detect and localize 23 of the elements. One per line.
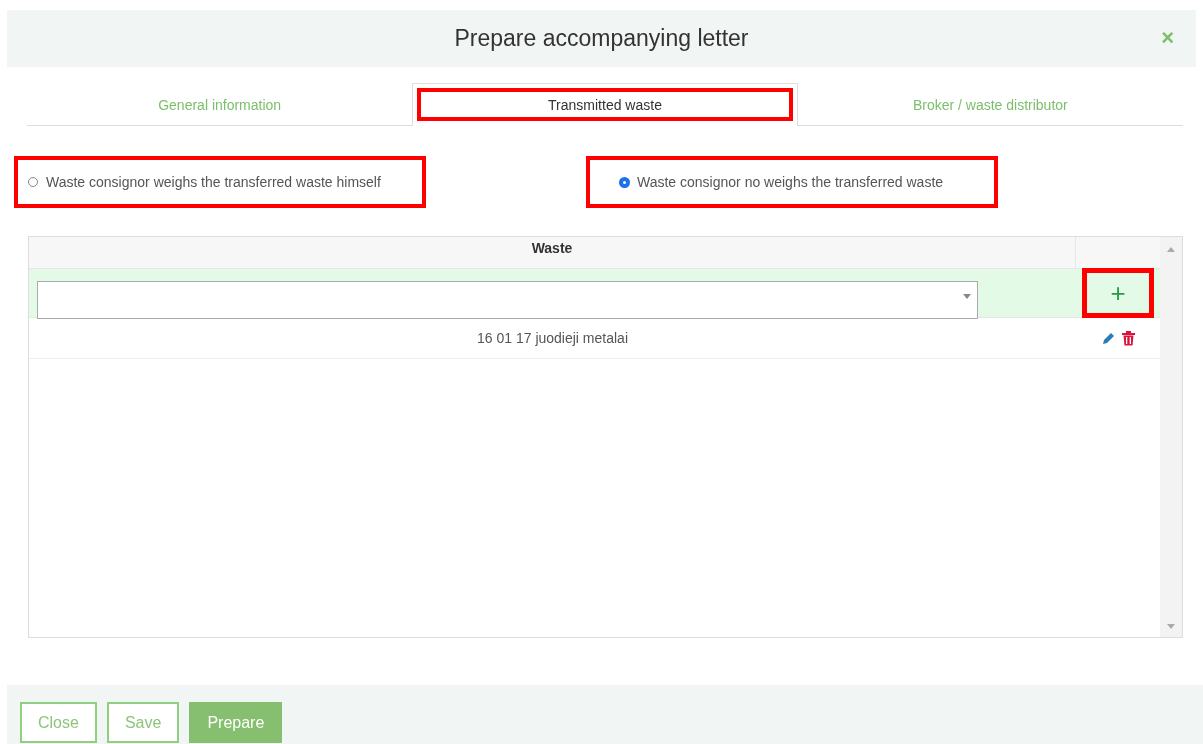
option-label: Waste consignor no weighs the transferred waste	[637, 174, 944, 190]
pencil-icon[interactable]	[1101, 331, 1116, 345]
trash-icon[interactable]	[1121, 330, 1135, 346]
close-button[interactable]: ×	[1155, 24, 1180, 52]
option-label: Waste consignor weighs the transferred waste himself	[46, 174, 381, 190]
scrollbar[interactable]	[1160, 237, 1182, 637]
radio-option[interactable]: Waste consignor weighs the transferred waste himself	[14, 156, 426, 208]
dialog-title: Prepare accompanying letter	[454, 25, 749, 52]
footer-button[interactable]: Close	[20, 702, 97, 743]
scroll-up-icon[interactable]	[1167, 247, 1175, 252]
add-button[interactable]: +	[1082, 268, 1154, 318]
tab[interactable]: General information	[27, 83, 413, 126]
radio-option[interactable]: Waste consignor no weighs the transferred waste	[586, 156, 998, 208]
caret-icon	[963, 294, 971, 299]
footer-button[interactable]: Prepare	[189, 702, 283, 743]
footer-button[interactable]: Save	[106, 702, 180, 743]
waste-dropdown[interactable]	[37, 281, 978, 319]
column-header: Waste	[29, 237, 1076, 268]
radio-button[interactable]	[620, 177, 629, 187]
table-cell-text: 16 01 17 juodieji metalai	[476, 330, 629, 346]
tab[interactable]: Broker / waste distributor	[797, 83, 1183, 126]
tab[interactable]: Transmitted waste	[412, 83, 798, 126]
scroll-down-icon[interactable]	[1167, 624, 1175, 629]
